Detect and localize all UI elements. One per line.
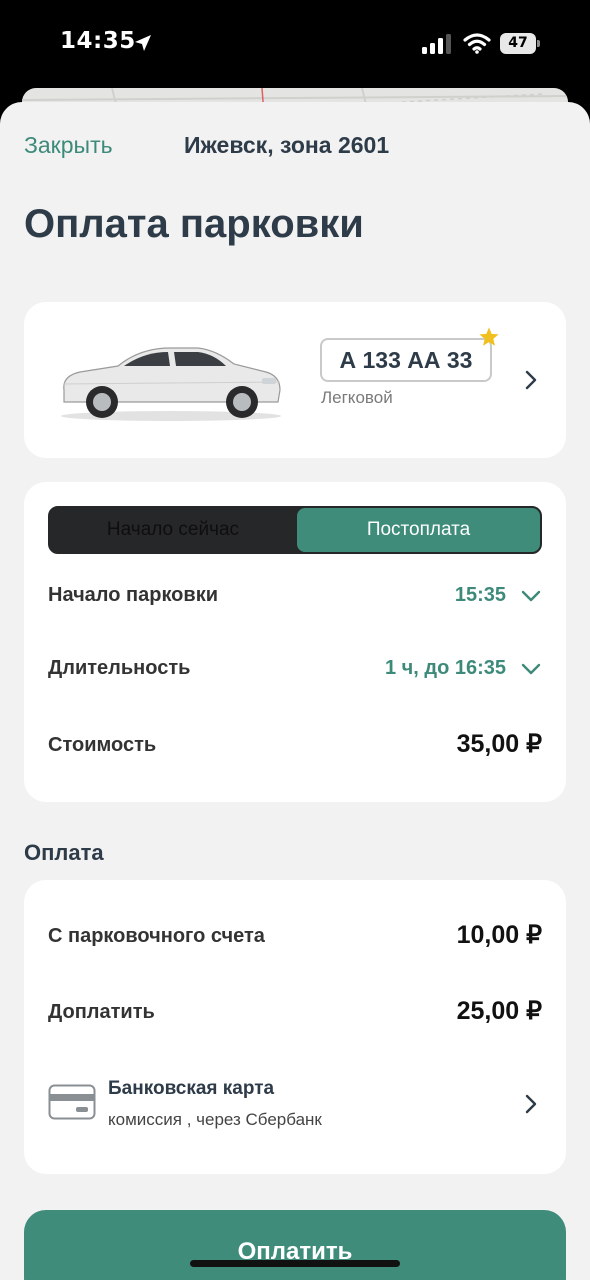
duration-label: Длительность — [48, 657, 191, 679]
payment-sheet: Закрыть Ижевск, зона 2601 Оплата парковк… — [0, 102, 590, 1280]
favorite-star-icon — [479, 327, 499, 346]
vehicle-card[interactable]: А 133 АА 33 Легковой — [24, 302, 566, 458]
chevron-down-icon[interactable] — [520, 589, 542, 603]
mode-start-now[interactable]: Начало сейчас — [50, 508, 296, 552]
bank-card-icon — [48, 1084, 96, 1120]
start-label: Начало парковки — [48, 584, 218, 606]
topup-value: 25,00 ₽ — [456, 997, 542, 1025]
duration-selector[interactable]: 1 ч, до 16:35 — [385, 657, 506, 680]
close-button[interactable]: Закрыть — [24, 132, 113, 159]
page-title: Оплата парковки — [24, 202, 364, 246]
topup-label: Доплатить — [48, 1001, 155, 1023]
cost-value: 35,00 ₽ — [456, 730, 542, 758]
payment-card: С парковочного счета 10,00 ₽ Доплатить 2… — [24, 880, 566, 1174]
account-value: 10,00 ₽ — [456, 921, 542, 949]
parking-params-card: Начало сейчас Постоплата Начало парковки… — [24, 482, 566, 802]
location-arrow-icon — [135, 35, 151, 51]
pay-button[interactable]: Оплатить — [24, 1210, 566, 1280]
license-plate: А 133 АА 33 — [320, 338, 492, 382]
chevron-right-icon[interactable] — [524, 369, 538, 391]
mode-segmented-control[interactable]: Начало сейчас Постоплата — [48, 506, 542, 554]
mode-postpay[interactable]: Постоплата — [297, 508, 540, 552]
zone-title: Ижевск, зона 2601 — [184, 132, 390, 158]
vehicle-type: Легковой — [321, 388, 393, 407]
payment-method-title: Банковская карта — [108, 1078, 275, 1099]
battery-level: 47 — [500, 33, 536, 54]
car-image — [61, 347, 281, 421]
account-label: С парковочного счета — [48, 925, 265, 947]
battery-icon: 47 — [500, 33, 540, 54]
start-time-selector[interactable]: 15:35 — [455, 584, 506, 607]
chevron-right-icon[interactable] — [524, 1093, 538, 1115]
home-indicator — [190, 1260, 400, 1267]
cost-label: Стоимость — [48, 734, 157, 756]
cellular-signal-icon — [422, 34, 451, 54]
payment-section-title: Оплата — [24, 840, 104, 865]
payment-method-subtitle: комиссия , через Сбербанк — [108, 1110, 322, 1129]
status-time: 14:35 — [60, 28, 136, 54]
status-bar: 14:35 47 — [0, 0, 590, 90]
chevron-down-icon[interactable] — [520, 662, 542, 676]
wifi-icon — [463, 33, 491, 54]
